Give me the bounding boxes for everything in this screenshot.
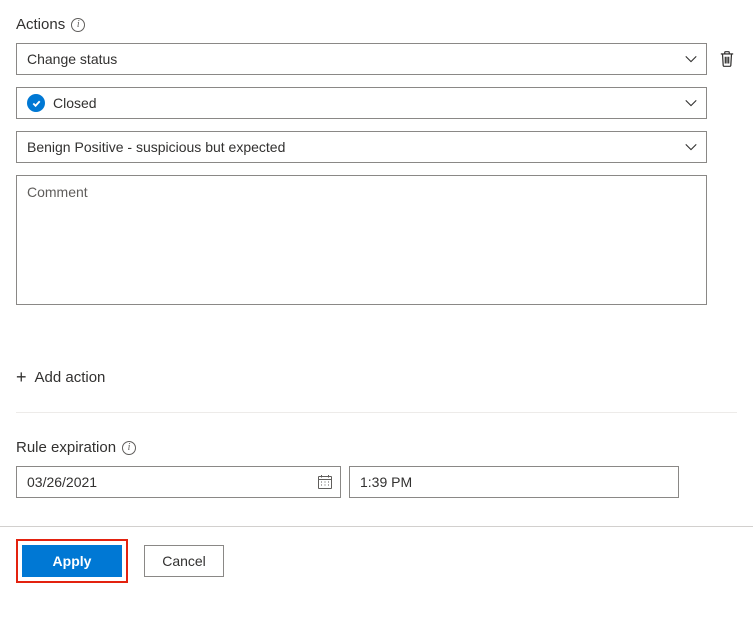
add-action-button[interactable]: + Add action — [16, 368, 737, 386]
trash-icon — [718, 50, 736, 68]
delete-action-button[interactable] — [717, 49, 737, 69]
actions-label-text: Actions — [16, 16, 65, 33]
add-action-label: Add action — [35, 369, 106, 386]
status-value: Closed — [53, 95, 97, 111]
change-status-value: Change status — [27, 51, 117, 67]
actions-label: Actions i — [16, 16, 737, 33]
apply-highlight: Apply — [16, 539, 128, 583]
plus-icon: + — [16, 368, 27, 386]
comment-textarea[interactable] — [16, 175, 707, 305]
expiration-date-input[interactable] — [16, 466, 341, 498]
info-icon[interactable]: i — [122, 441, 136, 455]
chevron-down-icon — [684, 52, 698, 66]
status-dropdown[interactable]: Closed — [16, 87, 707, 119]
expiration-time-input[interactable] — [349, 466, 679, 498]
reason-dropdown[interactable]: Benign Positive - suspicious but expecte… — [16, 131, 707, 163]
footer-divider — [0, 526, 753, 527]
rule-expiration-text: Rule expiration — [16, 439, 116, 456]
chevron-down-icon — [684, 140, 698, 154]
rule-expiration-label: Rule expiration i — [16, 439, 737, 456]
info-icon[interactable]: i — [71, 18, 85, 32]
change-status-dropdown[interactable]: Change status — [16, 43, 707, 75]
cancel-button[interactable]: Cancel — [144, 545, 224, 577]
check-icon — [27, 94, 45, 112]
divider — [16, 412, 737, 413]
footer: Apply Cancel — [16, 539, 737, 583]
reason-value: Benign Positive - suspicious but expecte… — [27, 139, 285, 155]
apply-button[interactable]: Apply — [22, 545, 122, 577]
chevron-down-icon — [684, 96, 698, 110]
